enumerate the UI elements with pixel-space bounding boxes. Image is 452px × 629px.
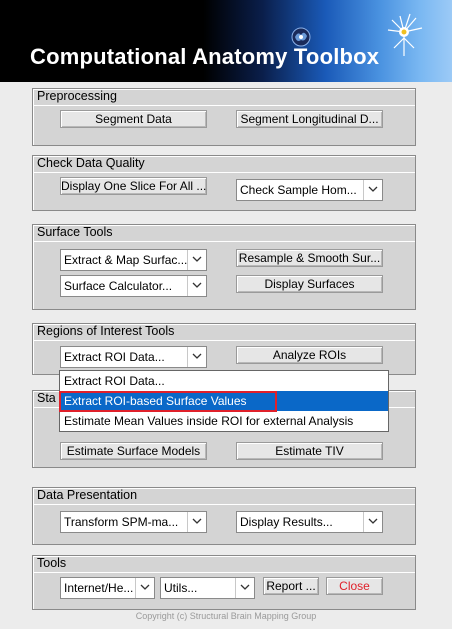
surface-calculator-select-value: Surface Calculator... — [64, 279, 173, 293]
segment-longitudinal-button[interactable]: Segment Longitudinal D... — [236, 110, 383, 128]
chevron-down-icon[interactable] — [187, 512, 206, 532]
header-banner: Computational Anatomy Toolbox — [0, 0, 452, 82]
neuron-logo-icon — [387, 13, 423, 56]
check-sample-select[interactable]: Check Sample Hom... — [236, 179, 383, 201]
resample-smooth-button[interactable]: Resample & Smooth Sur... — [236, 249, 383, 267]
chevron-down-icon[interactable] — [363, 180, 382, 200]
extract-roi-select-value: Extract ROI Data... — [64, 350, 165, 364]
panel-title-tools: Tools — [37, 556, 67, 570]
divider — [33, 340, 415, 341]
extract-map-surface-select-value: Extract & Map Surfac... — [64, 253, 188, 267]
panel-preprocessing: Preprocessing Segment Data Segment Longi… — [32, 88, 416, 146]
utils-select[interactable]: Utils... — [160, 577, 255, 599]
segment-data-button[interactable]: Segment Data — [60, 110, 207, 128]
panel-title-preprocessing: Preprocessing — [37, 89, 117, 103]
extract-map-surface-select[interactable]: Extract & Map Surfac... — [60, 249, 207, 271]
estimate-tiv-button[interactable]: Estimate TIV — [236, 442, 383, 460]
chevron-down-icon[interactable] — [187, 276, 206, 296]
chevron-down-icon[interactable] — [187, 250, 206, 270]
surface-calculator-select[interactable]: Surface Calculator... — [60, 275, 207, 297]
highlight-annotation-box — [59, 391, 277, 412]
chevron-down-icon[interactable] — [187, 347, 206, 367]
divider — [33, 504, 415, 505]
panel-title-surface-tools: Surface Tools — [37, 225, 113, 239]
copyright-text: Copyright (c) Structural Brain Mapping G… — [135, 611, 317, 621]
display-one-slice-button[interactable]: Display One Slice For All ... — [60, 177, 207, 195]
panel-title-data-presentation: Data Presentation — [37, 488, 138, 502]
panel-data-presentation: Data Presentation Transform SPM-ma... Di… — [32, 487, 416, 545]
app-title: Computational Anatomy Toolbox — [30, 44, 380, 69]
panel-title-roi-tools: Regions of Interest Tools — [37, 324, 175, 338]
display-surfaces-button[interactable]: Display Surfaces — [236, 275, 383, 293]
transform-spm-select-value: Transform SPM-ma... — [64, 515, 179, 529]
check-sample-select-value: Check Sample Hom... — [240, 183, 357, 197]
panel-title-statistics: Sta — [37, 391, 56, 405]
divider — [33, 572, 415, 573]
report-button[interactable]: Report ... — [263, 577, 319, 595]
extract-roi-select[interactable]: Extract ROI Data... — [60, 346, 207, 368]
panel-check-data-quality: Check Data Quality Display One Slice For… — [32, 155, 416, 211]
dropdown-item-extract-roi-data[interactable]: Extract ROI Data... — [60, 371, 388, 391]
display-results-select[interactable]: Display Results... — [236, 511, 383, 533]
panel-surface-tools: Surface Tools Extract & Map Surfac... Re… — [32, 224, 416, 310]
divider — [33, 172, 415, 173]
divider — [33, 105, 415, 106]
close-button[interactable]: Close — [326, 577, 383, 595]
panel-title-check-data-quality: Check Data Quality — [37, 156, 145, 170]
display-results-select-value: Display Results... — [240, 515, 333, 529]
internet-help-select[interactable]: Internet/He... — [60, 577, 155, 599]
estimate-surface-models-button[interactable]: Estimate Surface Models — [60, 442, 207, 460]
dropdown-item-estimate-mean-values[interactable]: Estimate Mean Values inside ROI for exte… — [60, 411, 388, 431]
analyze-rois-button[interactable]: Analyze ROIs — [236, 346, 383, 364]
chevron-down-icon[interactable] — [363, 512, 382, 532]
panel-roi-tools: Regions of Interest Tools Extract ROI Da… — [32, 323, 416, 375]
transform-spm-select[interactable]: Transform SPM-ma... — [60, 511, 207, 533]
chevron-down-icon[interactable] — [235, 578, 254, 598]
panel-tools: Tools Internet/He... Utils... Report ...… — [32, 555, 416, 610]
chevron-down-icon[interactable] — [135, 578, 154, 598]
divider — [33, 241, 415, 242]
